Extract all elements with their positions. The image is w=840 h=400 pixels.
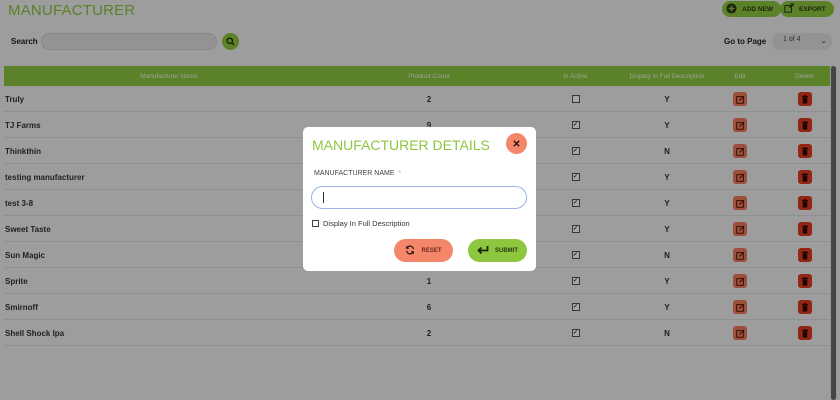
display-full-description-label: Display In Full Description — [323, 219, 410, 228]
manufacturer-name-label: MANUFACTURER NAME * — [314, 170, 401, 177]
reset-button[interactable]: RESET — [394, 239, 453, 262]
modal-title: MANUFACTURER DETAILS — [312, 137, 490, 153]
close-button[interactable] — [506, 133, 527, 154]
enter-arrow-icon — [477, 245, 489, 257]
display-full-description-checkbox[interactable]: Display In Full Description — [312, 219, 410, 228]
text-caret — [323, 192, 324, 203]
submit-label: SUBMIT — [495, 247, 518, 254]
manufacturer-details-modal: MANUFACTURER DETAILS MANUFACTURER NAME * … — [303, 127, 536, 271]
submit-button[interactable]: SUBMIT — [468, 239, 527, 262]
reset-label: RESET — [421, 247, 442, 254]
close-icon — [512, 135, 521, 153]
manufacturer-name-label-text: MANUFACTURER NAME — [314, 170, 395, 177]
refresh-icon — [405, 245, 415, 257]
required-marker: * — [398, 170, 402, 177]
checkbox-box[interactable] — [312, 220, 319, 227]
manufacturer-name-input[interactable] — [311, 186, 527, 209]
